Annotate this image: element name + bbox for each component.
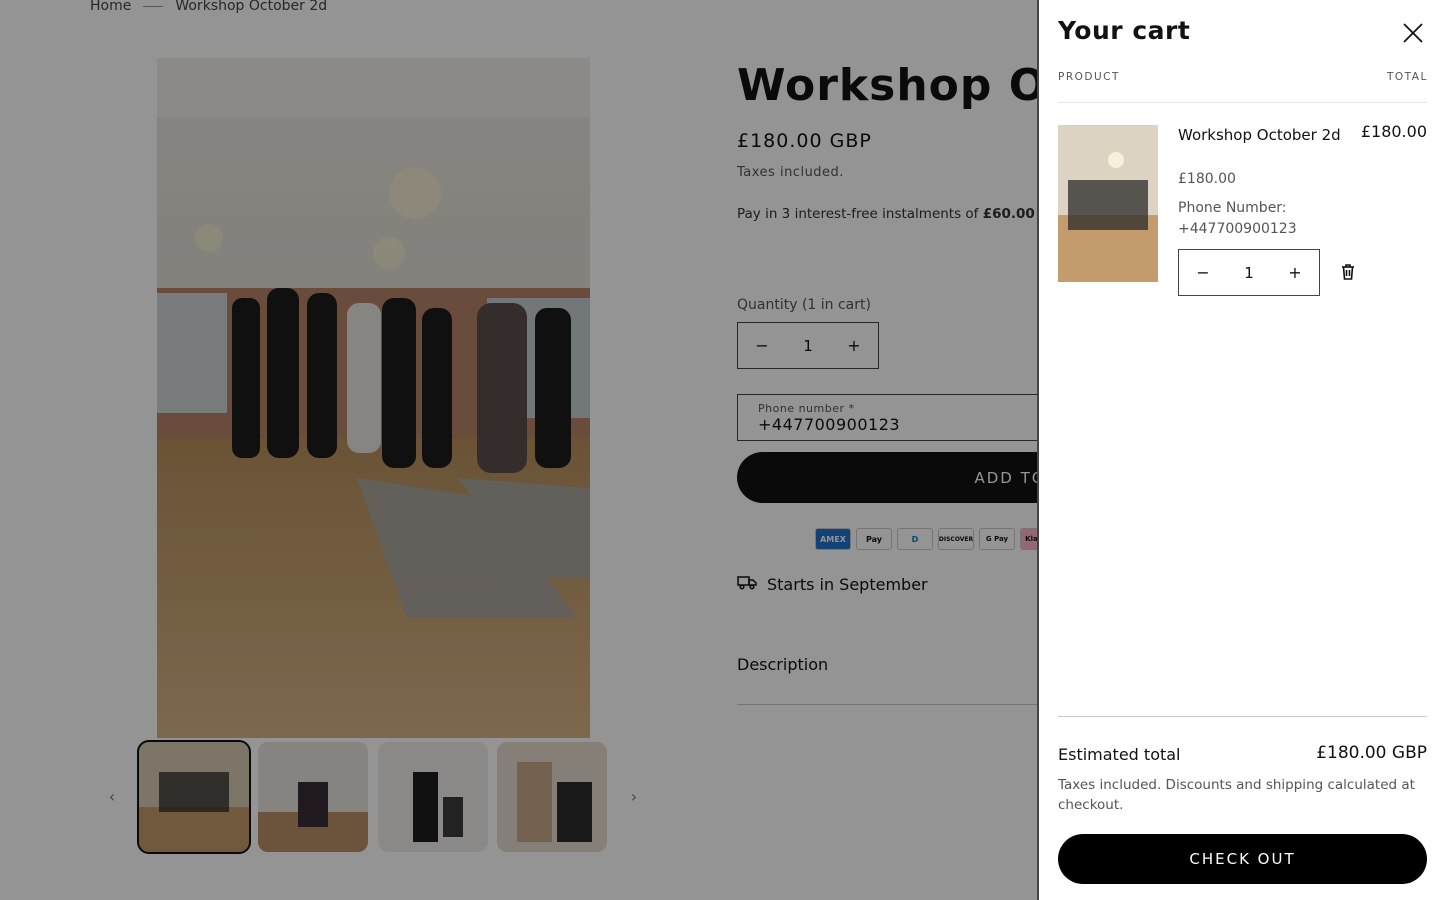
cart-quantity-input[interactable]: 1: [1244, 264, 1254, 282]
column-total: TOTAL: [1387, 71, 1428, 83]
cart-item-name[interactable]: Workshop October 2d: [1178, 125, 1348, 145]
cart-item-total: £180.00: [1360, 122, 1427, 141]
checkout-button[interactable]: CHECK OUT: [1058, 834, 1427, 884]
cart-footer-note: Taxes included. Discounts and shipping c…: [1058, 777, 1415, 813]
cart-drawer: Your cart PRODUCT TOTAL Workshop October…: [1037, 0, 1440, 900]
trash-icon[interactable]: [1340, 263, 1356, 281]
cart-quantity-increase-button[interactable]: +: [1287, 263, 1303, 282]
cart-item-price: £180.00: [1178, 171, 1236, 187]
header-divider: [1058, 102, 1427, 103]
cart-quantity-stepper: − 1 +: [1178, 249, 1320, 296]
estimated-total-value: £180.00 GBP: [1316, 743, 1427, 763]
cart-item-option: Phone Number: +447700900123: [1178, 198, 1297, 240]
cart-item-option-value: +447700900123: [1178, 221, 1297, 237]
cart-title: Your cart: [1058, 16, 1191, 45]
cart-item-image[interactable]: [1058, 125, 1158, 282]
product-page: Home Workshop October 2d ‹ › Workshop Oc…: [0, 0, 1440, 900]
cart-quantity-decrease-button[interactable]: −: [1195, 263, 1211, 282]
close-icon[interactable]: [1402, 22, 1424, 44]
cart-item-option-label: Phone Number:: [1178, 200, 1287, 216]
footer-divider: [1058, 716, 1427, 717]
estimated-total-label: Estimated total: [1058, 745, 1181, 764]
column-product: PRODUCT: [1058, 71, 1120, 83]
